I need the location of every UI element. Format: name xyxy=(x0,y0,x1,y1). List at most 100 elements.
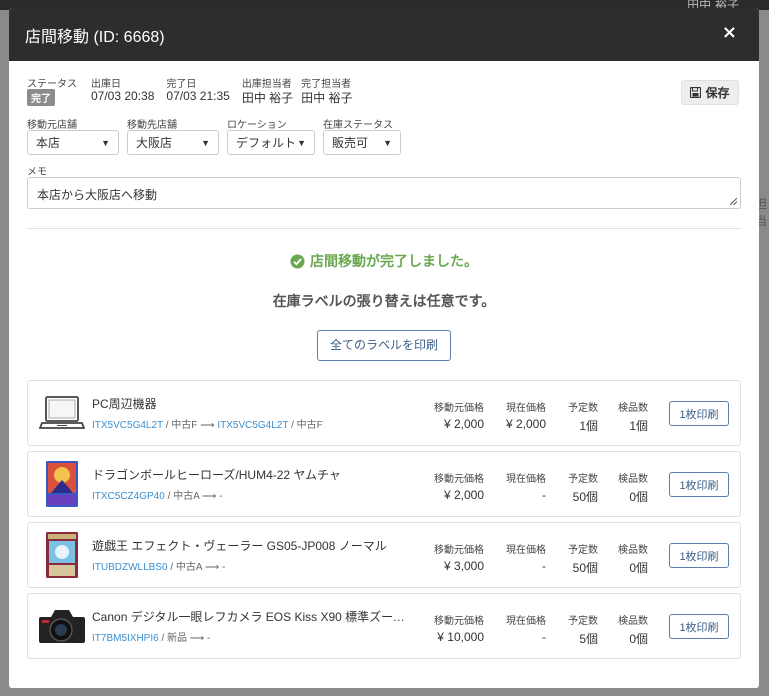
meta-ship-date: 出庫日 07/03 20:38 xyxy=(91,75,154,106)
item-codes: ITX5VC5G4L2T / 中古F ⟶ ITX5VC5G4L2T / 中古F xyxy=(92,416,414,431)
source-price-label: 移動元価格 xyxy=(434,403,484,414)
location-value: デフォルト xyxy=(236,136,297,150)
checked-qty: 0個 xyxy=(629,490,648,504)
modal-body: ステータス 完了 出庫日 07/03 20:38 完了日 07/03 21:35… xyxy=(9,61,759,659)
item-row: ドラゴンボールヒーローズ/HUM4-22 ヤムチャ ITXC5CZ4GP40 /… xyxy=(27,451,741,517)
ship-staff-label: 出庫担当者 xyxy=(241,79,292,90)
select-row: 移動元店舗 本店 ▼ 移動先店舗 大阪店 ▼ ロケーション デフォルト ▼ 在庫… xyxy=(27,116,741,155)
item-list: PC周辺機器 ITX5VC5G4L2T / 中古F ⟶ ITX5VC5G4L2T… xyxy=(27,380,741,659)
current-price-label: 現在価格 xyxy=(506,616,546,627)
item-columns: 移動元価格 ¥ 10,000 現在価格 - 予定数 5個 検品数 0個 xyxy=(414,612,648,647)
stock-status-group: 在庫ステータス 販売可 ▼ xyxy=(323,116,401,155)
card-image xyxy=(46,461,78,507)
item-thumbnail xyxy=(36,530,88,580)
planned-qty-label: 予定数 xyxy=(568,545,598,556)
item-code-from[interactable]: ITXC5CZ4GP40 xyxy=(92,491,165,502)
card-image xyxy=(46,532,78,578)
current-price: ¥ 2,000 xyxy=(505,417,546,431)
relabel-note: 在庫ラベルの張り替えは任意です。 xyxy=(272,293,496,309)
item-code-from[interactable]: ITUBDZWLLBS0 xyxy=(92,562,168,573)
arrow-right-icon: ⟶ xyxy=(200,420,215,431)
item-row: Canon デジタル一眼レフカメラ EOS Kiss X90 標準ズームキ...… xyxy=(27,593,741,659)
to-store-value: 大阪店 xyxy=(136,136,173,150)
from-store-value: 本店 xyxy=(36,136,61,150)
ship-date-label: 出庫日 xyxy=(91,79,121,90)
item-condition-to: - xyxy=(219,491,223,502)
meta-status: ステータス 完了 xyxy=(27,75,77,106)
item-info: Canon デジタル一眼レフカメラ EOS Kiss X90 標準ズームキ...… xyxy=(92,608,414,644)
to-store-label: 移動先店舗 xyxy=(127,120,177,131)
print-one-label-button[interactable]: 1枚印刷 xyxy=(669,614,729,639)
item-row: PC周辺機器 ITX5VC5G4L2T / 中古F ⟶ ITX5VC5G4L2T… xyxy=(27,380,741,446)
ship-date-value: 07/03 20:38 xyxy=(91,89,155,103)
item-columns: 移動元価格 ¥ 2,000 現在価格 - 予定数 50個 検品数 0個 xyxy=(414,470,648,505)
source-price: ¥ 2,000 xyxy=(443,488,484,502)
camera-image xyxy=(39,610,85,643)
from-store-group: 移動元店舗 本店 ▼ xyxy=(27,116,119,155)
planned-qty-label: 予定数 xyxy=(568,403,598,414)
source-price-label: 移動元価格 xyxy=(434,474,484,485)
divider xyxy=(27,228,741,229)
item-thumbnail xyxy=(36,601,88,651)
to-store-select[interactable]: 大阪店 ▼ xyxy=(127,130,219,155)
current-price-label: 現在価格 xyxy=(506,403,546,414)
checked-qty-label: 検品数 xyxy=(618,474,648,485)
checked-qty-label: 検品数 xyxy=(618,403,648,414)
source-price-label: 移動元価格 xyxy=(434,545,484,556)
status-label: ステータス xyxy=(27,79,77,90)
item-thumbnail xyxy=(36,388,88,438)
from-store-select[interactable]: 本店 ▼ xyxy=(27,130,119,155)
planned-qty: 5個 xyxy=(579,632,598,646)
resize-handle-icon[interactable] xyxy=(730,198,737,205)
current-price: - xyxy=(542,488,546,502)
item-thumbnail xyxy=(36,459,88,509)
check-circle-icon xyxy=(290,254,305,268)
item-code-from[interactable]: IT7BM5IXHPI6 xyxy=(92,633,159,644)
meta-ship-staff: 出庫担当者 田中 裕子 xyxy=(242,75,293,106)
modal-header: 店間移動 (ID: 6668) × xyxy=(9,8,759,61)
stock-status-value: 販売可 xyxy=(332,136,369,150)
item-name: Canon デジタル一眼レフカメラ EOS Kiss X90 標準ズームキ... xyxy=(92,610,414,624)
arrow-right-icon: ⟶ xyxy=(202,491,217,502)
item-code-to[interactable]: ITX5VC5G4L2T xyxy=(217,420,288,431)
print-one-label-button[interactable]: 1枚印刷 xyxy=(669,401,729,426)
checked-qty-label: 検品数 xyxy=(618,616,648,627)
floppy-disk-icon xyxy=(690,87,702,98)
done-date-label: 完了日 xyxy=(166,79,197,90)
print-all-wrap: 全てのラベルを印刷 xyxy=(27,330,741,361)
close-button[interactable]: × xyxy=(722,24,737,42)
item-columns: 移動元価格 ¥ 3,000 現在価格 - 予定数 50個 検品数 0個 xyxy=(414,541,648,576)
from-store-label: 移動元店舗 xyxy=(27,120,77,131)
source-price: ¥ 10,000 xyxy=(437,630,484,644)
meta-done-staff: 完了担当者 田中 裕子 xyxy=(301,75,352,106)
item-condition-from: / 中古F xyxy=(162,420,201,431)
item-condition-to: - xyxy=(206,633,211,644)
planned-qty-label: 予定数 xyxy=(568,616,598,627)
location-select[interactable]: デフォルト ▼ xyxy=(227,130,315,155)
print-one-label-button[interactable]: 1枚印刷 xyxy=(669,472,729,497)
memo-textarea[interactable]: 本店から大阪店へ移動 xyxy=(27,177,741,209)
stock-status-select[interactable]: 販売可 ▼ xyxy=(323,130,401,155)
status-badge: 完了 xyxy=(27,89,55,106)
item-condition-from: / 新品 xyxy=(158,633,190,644)
planned-qty: 50個 xyxy=(572,490,598,504)
done-staff-label: 完了担当者 xyxy=(301,79,352,90)
chevron-down-icon: ▼ xyxy=(383,137,392,148)
print-all-labels-button[interactable]: 全てのラベルを印刷 xyxy=(316,330,451,361)
checked-qty: 0個 xyxy=(629,561,648,575)
item-name: 遊戯王 エフェクト・ヴェーラー GS05-JP008 ノーマル xyxy=(92,539,387,553)
current-price-label: 現在価格 xyxy=(506,545,546,556)
current-price: - xyxy=(542,559,546,573)
item-code-from[interactable]: ITX5VC5G4L2T xyxy=(92,420,163,431)
meta-done-date: 完了日 07/03 21:35 xyxy=(166,75,229,106)
done-staff-value: 田中 裕子 xyxy=(301,91,353,105)
source-price-label: 移動元価格 xyxy=(434,616,484,627)
chevron-down-icon: ▼ xyxy=(101,137,110,148)
transfer-modal: 店間移動 (ID: 6668) × 保存 ステータス 完了 出庫日 07/03 … xyxy=(9,8,759,688)
save-button[interactable]: 保存 xyxy=(681,80,739,105)
planned-qty: 50個 xyxy=(572,561,598,575)
location-group: ロケーション デフォルト ▼ xyxy=(227,116,315,155)
save-button-label: 保存 xyxy=(705,86,730,100)
stock-status-label: 在庫ステータス xyxy=(323,120,393,131)
print-one-label-button[interactable]: 1枚印刷 xyxy=(669,543,729,568)
